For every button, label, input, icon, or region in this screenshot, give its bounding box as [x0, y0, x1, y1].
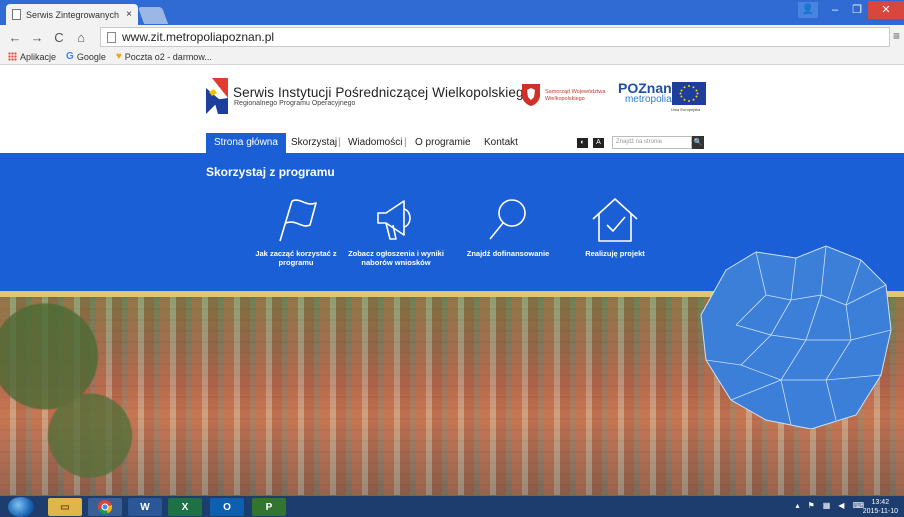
nav-separator: | [338, 137, 341, 148]
wielkopolska-district-map-icon[interactable] [696, 240, 896, 429]
network-icon[interactable]: ▦ [823, 501, 831, 510]
browser-titlebar: Serwis Zintegrowanych In × 👤 – ❐ ✕ [0, 0, 904, 25]
nav-skorzystaj[interactable]: Skorzystaj [291, 133, 337, 153]
magnifier-icon [489, 199, 526, 240]
nav-wiadomosci[interactable]: Wiadomości [348, 133, 402, 153]
bookmarks-bar: Aplikacje G Google ♥ Poczta o2 - darmow.… [0, 49, 904, 65]
windows-taskbar: ▭ W X O P ▴ ⚑ ▦ ◀ ⌨ 13:42 2015-11-10 [0, 495, 904, 517]
browser-menu-icon[interactable]: ≡ [893, 29, 900, 43]
feature-jak-zaczac[interactable]: Jak zacząć korzystać z programu [246, 195, 346, 267]
bookmark-poczta[interactable]: ♥ Poczta o2 - darmow... [116, 51, 212, 62]
page-favicon-icon [12, 9, 21, 20]
word-icon[interactable]: W [128, 498, 162, 516]
contrast-toggle-button[interactable]: ◐ [577, 138, 588, 148]
address-bar[interactable]: www.zit.metropoliapoznan.pl [100, 27, 890, 47]
home-icon[interactable]: ⌂ [74, 30, 88, 45]
search-icon[interactable]: 🔍 [692, 136, 704, 149]
feature-realizuje-projekt[interactable]: Realizuję projekt [565, 195, 665, 258]
excel-icon[interactable]: X [168, 498, 202, 516]
project-icon[interactable]: P [252, 498, 286, 516]
site-title[interactable]: Serwis Instytucji Pośredniczącej Wielkop… [233, 85, 531, 100]
system-clock[interactable]: 13:42 2015-11-10 [863, 498, 898, 516]
site-header: Serwis Instytucji Pośredniczącej Wielkop… [0, 66, 904, 129]
tray-arrow-icon[interactable]: ▴ [796, 501, 800, 510]
browser-toolbar: ← → C ⌂ www.zit.metropoliapoznan.pl ≡ [0, 25, 904, 49]
back-arrow-icon[interactable]: ← [8, 30, 22, 45]
eu-label: Unia Europejska [671, 107, 701, 112]
site-search-input[interactable]: Znajdź na stronie [612, 136, 692, 149]
site-subtitle: Regionalnego Programu Operacyjnego [234, 100, 356, 107]
user-profile-icon[interactable]: 👤 [798, 2, 818, 18]
google-icon: G [66, 51, 74, 62]
outlook-icon[interactable]: O [210, 498, 244, 516]
poczta-heart-icon: ♥ [115, 51, 122, 62]
new-tab-button[interactable] [137, 7, 169, 24]
region-logo-text[interactable]: Samorząd Województwa Wielkopolskiego [545, 89, 605, 103]
program-section-title: Skorzystaj z programu [206, 165, 335, 179]
url-text: www.zit.metropoliapoznan.pl [122, 30, 275, 44]
font-size-button[interactable]: A [593, 138, 604, 148]
flag-icon [279, 199, 317, 242]
forward-arrow-icon[interactable]: → [30, 30, 44, 45]
flag-tray-icon[interactable]: ⚑ [808, 501, 815, 510]
page-icon [107, 31, 116, 43]
close-window-icon[interactable]: ✕ [868, 1, 904, 19]
bookmark-apps[interactable]: Aplikacje [8, 52, 56, 62]
reload-icon[interactable]: C [52, 30, 66, 45]
explorer-icon[interactable]: ▭ [48, 498, 82, 516]
window-controls: 👤 – ❐ ✕ [798, 0, 904, 20]
bookmark-google[interactable]: G Google [66, 51, 106, 62]
feature-ogloszenia[interactable]: Zobacz ogłoszenia i wyniki naborów wnios… [346, 195, 446, 267]
restore-icon[interactable]: ❐ [846, 1, 868, 19]
chrome-icon[interactable] [88, 498, 122, 516]
wielkopolska-coat-of-arms-icon [522, 84, 540, 106]
nav-kontakt[interactable]: Kontakt [484, 133, 518, 153]
minimize-icon[interactable]: – [824, 1, 846, 19]
poznan-metropolia-logo[interactable]: POZnan metropolia [618, 81, 672, 105]
nav-separator: | [404, 137, 407, 148]
house-check-icon [592, 198, 638, 242]
volume-icon[interactable]: ◀ [838, 501, 844, 510]
eu-flag-icon [672, 82, 706, 105]
system-tray: ▴ ⚑ ▦ ◀ ⌨ [796, 501, 864, 510]
nav-o-programie[interactable]: O programie [415, 133, 471, 153]
megaphone-icon [377, 200, 411, 240]
tab-close-icon[interactable]: × [126, 9, 132, 20]
main-nav: Strona główna Skorzystaj | Wiadomości | … [0, 129, 904, 153]
tab-title: Serwis Zintegrowanych In [26, 9, 122, 20]
feature-dofinansowanie[interactable]: Znajdź dofinansowanie [458, 195, 558, 258]
browser-tab[interactable]: Serwis Zintegrowanych In × [6, 4, 138, 25]
nav-strona-glowna[interactable]: Strona główna [206, 133, 286, 153]
apps-grid-icon [8, 52, 17, 61]
fundusze-europejskie-logo-icon[interactable] [206, 78, 228, 114]
start-button-icon[interactable] [8, 497, 34, 517]
